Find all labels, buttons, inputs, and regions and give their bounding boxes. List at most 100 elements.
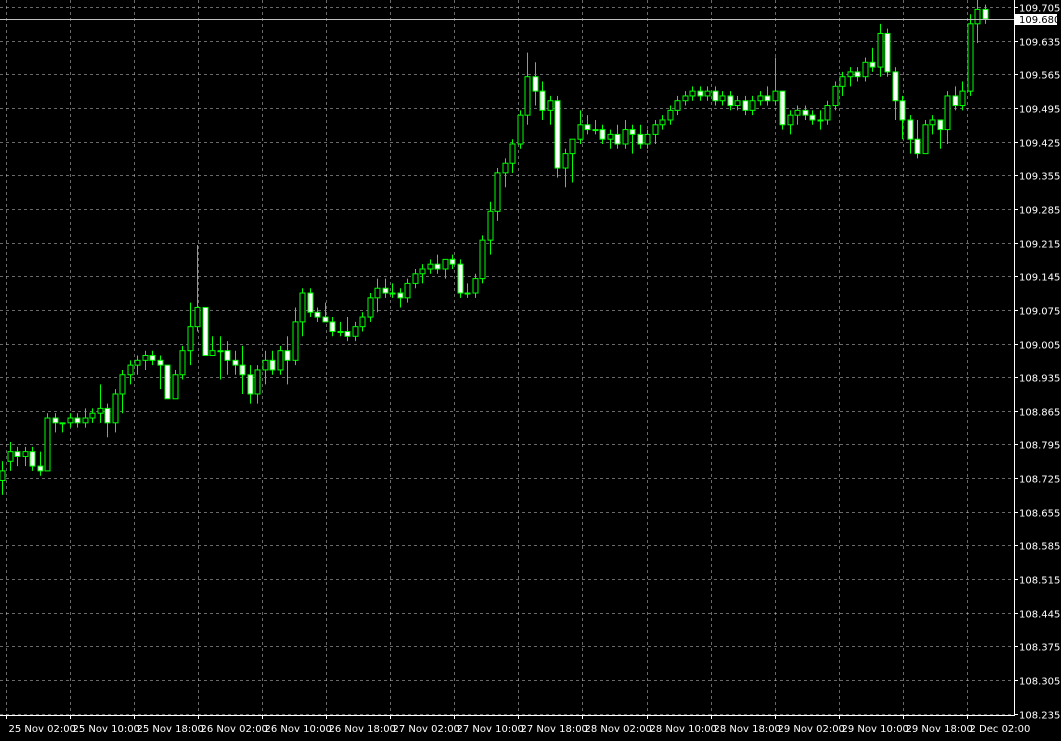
candle xyxy=(967,14,974,96)
candle-body xyxy=(509,143,516,164)
candle-body xyxy=(67,417,74,424)
candle xyxy=(44,413,51,472)
candle-body xyxy=(779,90,786,126)
x-tick-label: 26 Nov 02:00 xyxy=(201,724,268,735)
x-tick-label: 25 Nov 18:00 xyxy=(137,724,204,735)
x-tick-label: 27 Nov 10:00 xyxy=(457,724,524,735)
candle-body xyxy=(224,350,231,361)
candle-body xyxy=(982,8,989,20)
y-tick-label: 109.355 xyxy=(1019,172,1060,183)
candle-body xyxy=(914,138,921,155)
candle-body xyxy=(382,287,389,294)
y-tick-label: 108.725 xyxy=(1019,475,1060,486)
candle-body xyxy=(14,451,21,457)
candle xyxy=(922,119,929,155)
candle-body xyxy=(104,407,111,424)
candle-body xyxy=(472,278,479,294)
candle-body xyxy=(209,350,216,357)
candle-body xyxy=(464,292,471,295)
y-tick-label: 109.565 xyxy=(1019,71,1060,82)
candle-body xyxy=(97,407,104,414)
candle-body xyxy=(547,100,554,111)
candle-body xyxy=(674,100,681,111)
candle-body xyxy=(127,364,134,376)
candle-body xyxy=(577,124,584,140)
candle-body xyxy=(884,32,891,73)
candle-body xyxy=(449,258,456,265)
candle-body xyxy=(682,95,689,102)
candle-body xyxy=(959,90,966,107)
candle-body xyxy=(892,71,899,102)
candle-body xyxy=(74,417,81,424)
candle-body xyxy=(584,124,591,131)
candle-body xyxy=(119,374,126,395)
y-tick-label: 109.425 xyxy=(1019,139,1060,150)
x-tick-label: 26 Nov 18:00 xyxy=(329,724,396,735)
candle-body xyxy=(742,100,749,111)
candle-body xyxy=(794,109,801,116)
candle-body xyxy=(532,76,539,92)
candle-body xyxy=(667,109,674,121)
candle-body xyxy=(322,316,329,323)
candle-body xyxy=(907,119,914,140)
candle xyxy=(307,288,314,318)
y-tick-label: 109.705 xyxy=(1019,4,1060,15)
candle-body xyxy=(344,330,351,337)
candle-body xyxy=(202,306,209,357)
candle xyxy=(179,345,186,380)
x-tick-label: 25 Nov 10:00 xyxy=(73,724,140,735)
candle-body xyxy=(877,32,884,68)
candlestick-chart: 109.705 109.635 109.565 109.495 109.425 109.3… xyxy=(0,0,1061,741)
candle-body xyxy=(832,85,839,107)
x-tick-label: 27 Nov 18:00 xyxy=(521,724,588,735)
candle-body xyxy=(427,263,434,270)
candle-body xyxy=(134,359,141,366)
candle-body xyxy=(7,451,14,462)
candle-body xyxy=(734,100,741,107)
candle xyxy=(367,293,374,322)
candle-body xyxy=(847,71,854,78)
candle-body xyxy=(442,258,449,270)
x-tick-label: 29 Nov 10:00 xyxy=(842,724,909,735)
candle-body xyxy=(817,119,824,122)
candle-body xyxy=(329,321,336,332)
candle-body xyxy=(554,100,561,169)
candle xyxy=(832,81,839,111)
candle xyxy=(517,110,524,149)
candle-body xyxy=(772,90,779,102)
y-tick-label: 108.935 xyxy=(1019,374,1060,385)
y-tick-label: 109.005 xyxy=(1019,341,1060,352)
candle xyxy=(779,90,786,130)
candle-body xyxy=(397,292,404,299)
candle-body xyxy=(727,95,734,107)
candle xyxy=(277,345,284,375)
candle-body xyxy=(187,326,194,352)
candle-body xyxy=(29,451,36,467)
candle-body xyxy=(749,100,756,111)
candle-body xyxy=(179,350,186,376)
candle-body xyxy=(164,364,171,400)
candle-body xyxy=(269,359,276,371)
candle-body xyxy=(149,355,156,361)
candle-body xyxy=(374,287,381,299)
candle-body xyxy=(502,162,509,174)
candle-body xyxy=(869,61,876,68)
candle-body xyxy=(299,292,306,323)
candle-body xyxy=(517,114,524,145)
x-tick-label: 29 Nov 18:00 xyxy=(906,724,973,735)
y-tick-label: 108.795 xyxy=(1019,441,1060,452)
candle-body xyxy=(217,350,224,353)
candle-body xyxy=(944,95,951,131)
candle-body xyxy=(704,90,711,97)
candle-body xyxy=(359,316,366,328)
candle-body xyxy=(607,133,614,140)
x-tick-label: 28 Nov 10:00 xyxy=(650,724,717,735)
y-tick-label: 109.635 xyxy=(1019,38,1060,49)
candle-body xyxy=(404,282,411,299)
candle-body xyxy=(802,109,809,116)
candle-body xyxy=(652,124,659,135)
candle-body xyxy=(689,90,696,97)
x-tick-label: 25 Nov 02:00 xyxy=(9,724,76,735)
y-tick-label: 109.145 xyxy=(1019,273,1060,284)
y-tick-label: 109.215 xyxy=(1019,240,1060,251)
